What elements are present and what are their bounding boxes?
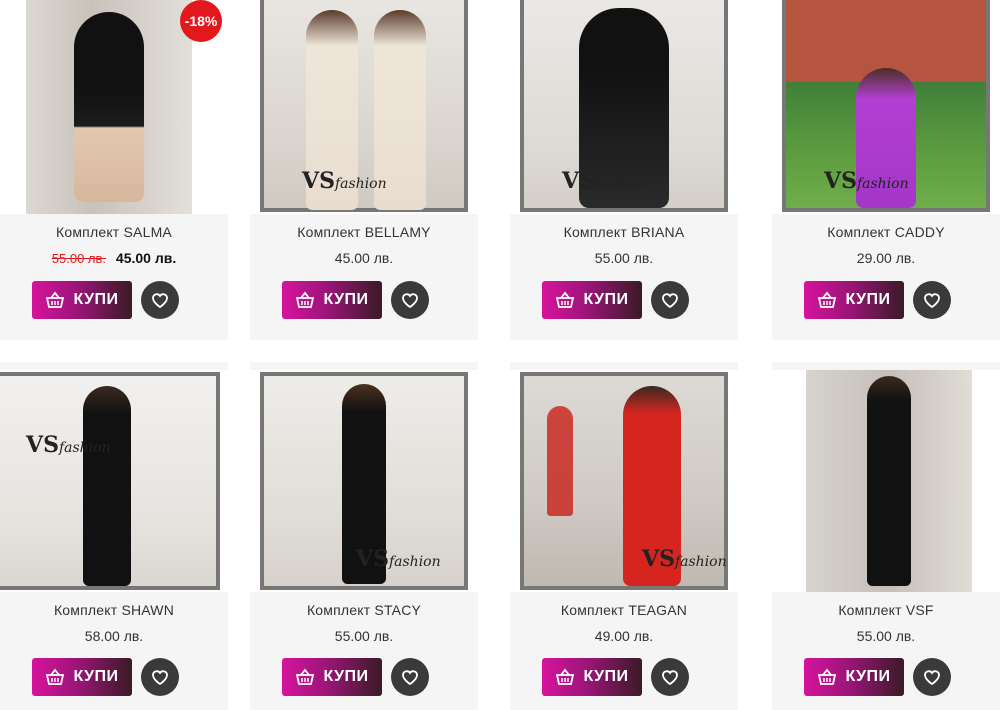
product-image[interactable]: VSfashion [772, 0, 1000, 214]
heart-icon [402, 293, 418, 309]
product-title[interactable]: Комплект BELLAMY [250, 224, 478, 240]
product-title[interactable]: Комплект BRIANA [510, 224, 738, 240]
buy-button-label: КУПИ [323, 291, 369, 308]
product-title[interactable]: Комплект SHAWN [0, 602, 228, 618]
old-price: 55.00 лв. [51, 251, 107, 266]
buy-button[interactable]: КУПИ [804, 658, 904, 696]
basket-icon [46, 291, 65, 308]
product-price: 58.00 лв. [84, 628, 144, 644]
heart-icon [402, 670, 418, 686]
product-title[interactable]: Комплект TEAGAN [510, 602, 738, 618]
product-image[interactable]: VSfashion [250, 0, 478, 214]
model-figure [83, 386, 131, 586]
model-figure [547, 406, 573, 516]
product-photo: VSfashion [260, 0, 468, 212]
basket-icon [296, 291, 315, 308]
wishlist-button[interactable] [391, 281, 429, 319]
product-price: 45.00 лв. [334, 250, 394, 266]
wishlist-button[interactable] [391, 658, 429, 696]
product-card-caddy[interactable]: VSfashion Комплект CADDY 29.00 лв. КУПИ [772, 0, 1000, 340]
wishlist-button[interactable] [913, 281, 951, 319]
product-price: 55.00 лв. [334, 628, 394, 644]
buy-button-label: КУПИ [845, 668, 891, 685]
product-image[interactable]: VSfashion [250, 370, 478, 592]
buy-button-label: КУПИ [583, 668, 629, 685]
product-price: 49.00 лв. [594, 628, 654, 644]
product-photo [26, 0, 192, 214]
brand-watermark: VSfashion [824, 168, 909, 194]
buy-button[interactable]: КУПИ [282, 281, 382, 319]
discount-badge: -18% [180, 0, 222, 42]
product-photo: VSfashion [520, 372, 728, 590]
buy-button[interactable]: КУПИ [804, 281, 904, 319]
product-card-teagan[interactable]: VSfashion Комплект TEAGAN 49.00 лв. КУПИ [510, 362, 738, 710]
heart-icon [924, 293, 940, 309]
product-card-vsf[interactable]: Комплект VSF 55.00 лв. КУПИ [772, 362, 1000, 710]
buy-button[interactable]: КУПИ [542, 658, 642, 696]
brand-watermark: VSfashion [562, 168, 647, 194]
product-photo: VSfashion [782, 0, 990, 212]
current-price: 45.00 лв. [115, 250, 177, 266]
heart-icon [152, 293, 168, 309]
wishlist-button[interactable] [651, 281, 689, 319]
product-price: 55.00 лв. 45.00 лв. [0, 250, 228, 266]
heart-icon [662, 293, 678, 309]
product-image[interactable]: VSfashion [510, 0, 738, 214]
basket-icon [818, 668, 837, 685]
product-photo: VSfashion [0, 372, 220, 590]
product-image[interactable]: VSfashion [0, 370, 228, 592]
heart-icon [152, 670, 168, 686]
product-card-shawn[interactable]: VSfashion Комплект SHAWN 58.00 лв. КУПИ [0, 362, 228, 710]
buy-button-label: КУПИ [845, 291, 891, 308]
product-image[interactable] [772, 370, 1000, 592]
product-photo: VSfashion [260, 372, 468, 590]
basket-icon [556, 668, 575, 685]
product-price: 55.00 лв. [594, 250, 654, 266]
basket-icon [818, 291, 837, 308]
brand-watermark: VSfashion [356, 546, 441, 572]
basket-icon [556, 291, 575, 308]
heart-icon [662, 670, 678, 686]
product-card-stacy[interactable]: VSfashion Комплект STACY 55.00 лв. КУПИ [250, 362, 478, 710]
product-title[interactable]: Комплект CADDY [772, 224, 1000, 240]
product-title[interactable]: Комплект STACY [250, 602, 478, 618]
buy-button[interactable]: КУПИ [282, 658, 382, 696]
wishlist-button[interactable] [651, 658, 689, 696]
brand-watermark: VSfashion [26, 432, 111, 458]
buy-button-label: КУПИ [73, 668, 119, 685]
basket-icon [46, 668, 65, 685]
brand-watermark: VSfashion [642, 546, 727, 572]
wishlist-button[interactable] [141, 281, 179, 319]
product-card-salma[interactable]: -18% Комплект SALMA 55.00 лв. 45.00 лв. … [0, 0, 228, 340]
buy-button-label: КУПИ [73, 291, 119, 308]
brand-watermark: VSfashion [302, 168, 387, 194]
wishlist-button[interactable] [141, 658, 179, 696]
heart-icon [924, 670, 940, 686]
model-figure [867, 376, 911, 586]
product-image[interactable]: VSfashion [510, 370, 738, 592]
product-card-bellamy[interactable]: VSfashion Комплект BELLAMY 45.00 лв. КУП… [250, 0, 478, 340]
product-photo [806, 370, 972, 592]
buy-button-label: КУПИ [323, 668, 369, 685]
buy-button[interactable]: КУПИ [32, 658, 132, 696]
buy-button[interactable]: КУПИ [32, 281, 132, 319]
buy-button-label: КУПИ [583, 291, 629, 308]
product-title[interactable]: Комплект SALMA [0, 224, 228, 240]
product-price: 55.00 лв. [856, 628, 916, 644]
product-photo: VSfashion [520, 0, 728, 212]
product-card-briana[interactable]: VSfashion Комплект BRIANA 55.00 лв. КУПИ [510, 0, 738, 340]
product-price: 29.00 лв. [856, 250, 916, 266]
product-image[interactable]: -18% [0, 0, 228, 214]
model-figure [74, 12, 144, 202]
product-title[interactable]: Комплект VSF [772, 602, 1000, 618]
buy-button[interactable]: КУПИ [542, 281, 642, 319]
wishlist-button[interactable] [913, 658, 951, 696]
basket-icon [296, 668, 315, 685]
